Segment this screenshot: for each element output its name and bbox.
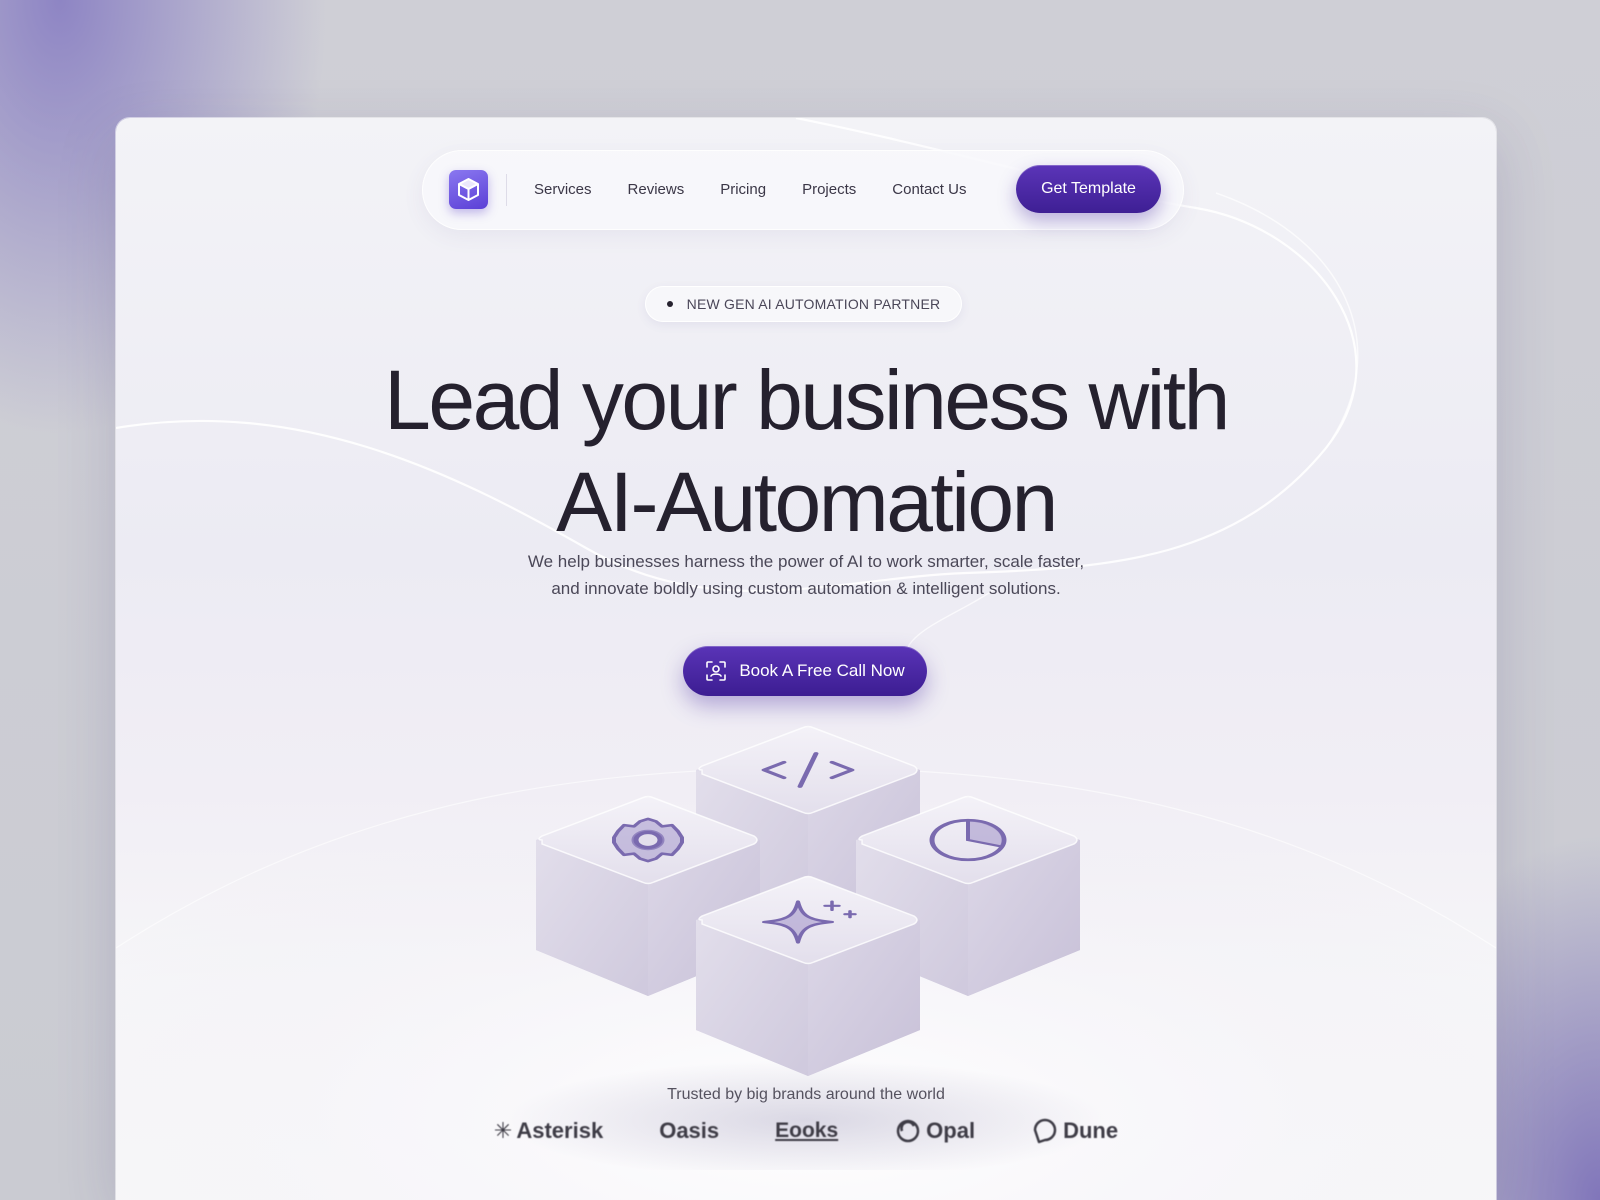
landing-page: Services Reviews Pricing Projects Contac… (116, 118, 1496, 1200)
brand-dune: Dune (1031, 1118, 1118, 1144)
user-scan-icon (706, 661, 727, 681)
opal-logo-icon (896, 1119, 920, 1143)
nav-link-projects[interactable]: Projects (802, 178, 856, 202)
dune-logo-icon (1033, 1118, 1057, 1144)
asterisk-logo-icon: ✳ (493, 1118, 513, 1143)
hero-headline-line2: AI-Automation (556, 455, 1058, 549)
brand-name: Eooks (775, 1119, 839, 1142)
nav-link-pricing[interactable]: Pricing (720, 178, 766, 202)
badge-label: NEW GEN AI AUTOMATION PARTNER (686, 296, 941, 312)
hero-badge: NEW GEN AI AUTOMATION PARTNER (645, 286, 962, 322)
brand-name: Dune (1063, 1118, 1119, 1143)
brand-oasis: Oasis (659, 1118, 719, 1144)
hero-subtitle-line2: and innovate boldly using custom automat… (551, 579, 1061, 598)
brand-name: Oasis (659, 1118, 720, 1143)
badge-dot-icon (666, 301, 673, 307)
nav-link-services[interactable]: Services (534, 178, 592, 202)
brand-eooks: Eooks (775, 1119, 838, 1143)
nav-links: Services Reviews Pricing Projects Contac… (534, 178, 1002, 202)
brand-name: Asterisk (516, 1118, 604, 1143)
hero-headline-line1: Lead your business with (384, 353, 1230, 447)
book-call-label: Book A Free Call Now (739, 661, 905, 680)
gear-icon (612, 817, 684, 863)
nav-link-contact-us[interactable]: Contact Us (892, 178, 966, 202)
nav-link-reviews[interactable]: Reviews (628, 178, 685, 202)
trusted-label: Trusted by big brands around the world (667, 1086, 945, 1103)
hero-subtitle-line1: We help businesses harness the power of … (527, 552, 1085, 571)
nav-divider (506, 174, 507, 206)
brand-asterisk: ✳ Asterisk (494, 1118, 603, 1144)
brand-logo-icon[interactable] (449, 170, 488, 209)
brand-logos-row: ✳ Asterisk Oasis Eooks Opal Dune (116, 1118, 1496, 1144)
brand-opal: Opal (894, 1118, 975, 1144)
get-template-button[interactable]: Get Template (1016, 165, 1161, 213)
brand-name: Opal (926, 1118, 976, 1143)
book-call-button[interactable]: Book A Free Call Now (683, 646, 927, 696)
top-navbar: Services Reviews Pricing Projects Contac… (422, 150, 1184, 230)
